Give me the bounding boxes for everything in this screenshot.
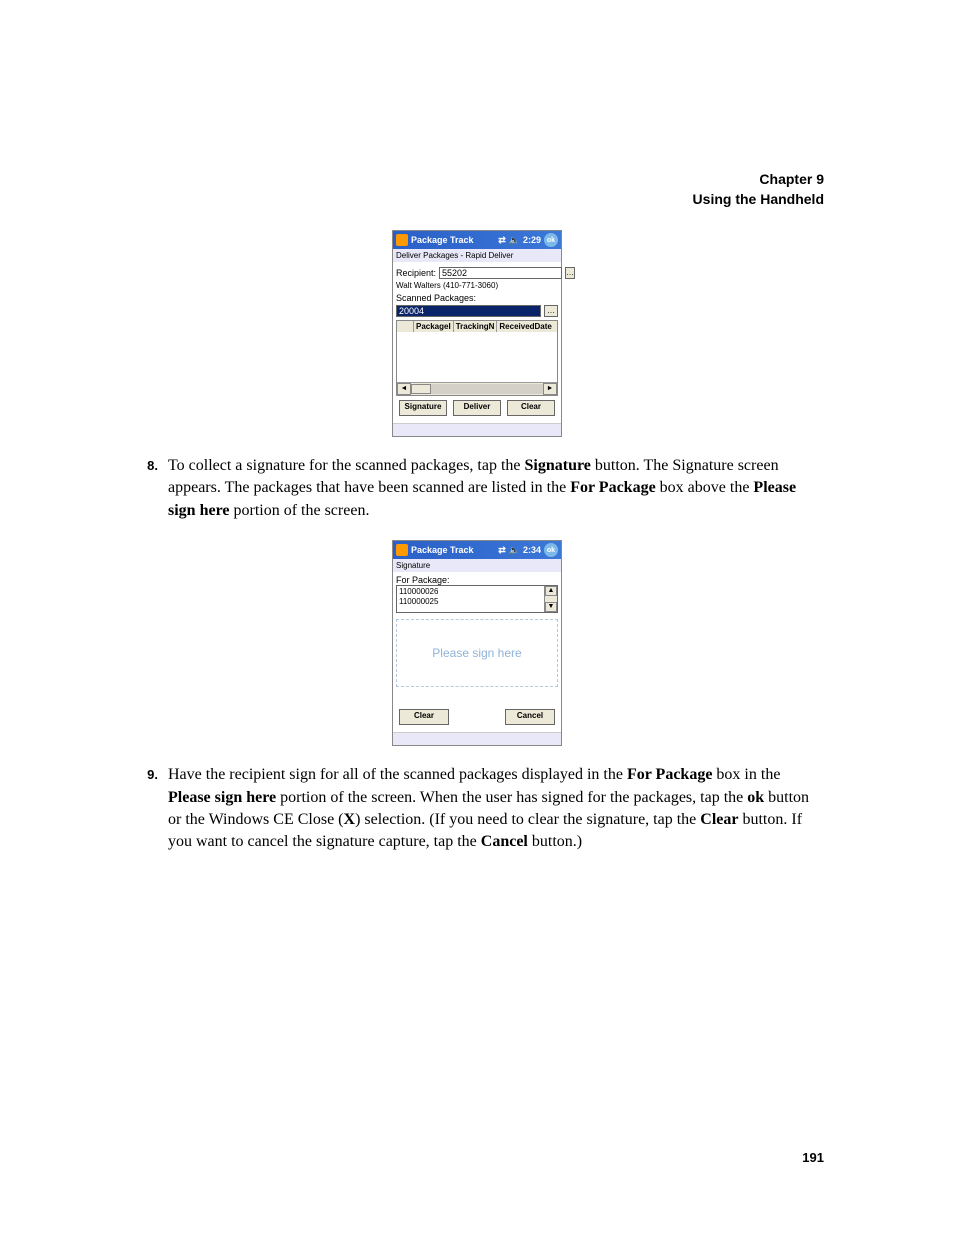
step-body: To collect a signature for the scanned p…: [168, 455, 824, 522]
scroll-down-icon[interactable]: ▼: [545, 602, 557, 612]
step-number: 8.: [130, 455, 168, 522]
handheld-screenshot-deliver: Package Track ⇄ 🔈 2:29 ok Deliver Packag…: [392, 230, 562, 437]
deliver-button[interactable]: Deliver: [453, 400, 501, 416]
sync-icon[interactable]: ⇄: [498, 235, 506, 246]
recipient-name: Walt Walters (410-771-3060): [396, 281, 558, 290]
chapter-label: Chapter 9: [693, 170, 824, 190]
step-number: 9.: [130, 764, 168, 854]
step-8: 8. To collect a signature for the scanne…: [130, 455, 824, 522]
signature-button[interactable]: Signature: [399, 400, 447, 416]
col-packageid[interactable]: PackageI: [414, 321, 454, 332]
screen-subtitle: Deliver Packages - Rapid Deliver: [393, 249, 561, 262]
page-header: Chapter 9 Using the Handheld: [693, 170, 824, 209]
app-title: Package Track: [411, 545, 495, 555]
horizontal-scrollbar[interactable]: ◄ ►: [397, 382, 557, 395]
packages-table: PackageI TrackingN ReceivedDate ◄ ►: [396, 320, 558, 396]
clear-button[interactable]: Clear: [507, 400, 555, 416]
recipient-lookup-button[interactable]: …: [565, 267, 575, 279]
sound-icon[interactable]: 🔈: [509, 545, 520, 556]
scan-input[interactable]: [396, 305, 541, 317]
for-package-label: For Package:: [396, 575, 558, 585]
chapter-title: Using the Handheld: [693, 190, 824, 210]
clear-signature-button[interactable]: Clear: [399, 709, 449, 725]
handheld-screenshot-signature: Package Track ⇄ 🔈 2:34 ok Signature For …: [392, 540, 562, 746]
sync-icon[interactable]: ⇄: [498, 545, 506, 556]
for-package-listbox[interactable]: 110000026 110000025 ▲ ▼: [396, 585, 558, 613]
clock: 2:29: [523, 235, 541, 245]
screen-subtitle: Signature: [393, 559, 561, 572]
page-number: 191: [802, 1150, 824, 1165]
app-title: Package Track: [411, 235, 495, 245]
scroll-right-icon[interactable]: ►: [543, 383, 557, 395]
list-item[interactable]: 110000026: [399, 587, 542, 597]
cancel-button[interactable]: Cancel: [505, 709, 555, 725]
packages-table-body: [397, 332, 557, 382]
scanned-packages-label: Scanned Packages:: [396, 293, 558, 303]
start-icon[interactable]: [396, 544, 408, 556]
wince-titlebar: Package Track ⇄ 🔈 2:29 ok: [393, 231, 561, 249]
ok-button[interactable]: ok: [544, 233, 558, 247]
scroll-up-icon[interactable]: ▲: [545, 586, 557, 596]
recipient-input[interactable]: [439, 267, 562, 279]
sound-icon[interactable]: 🔈: [509, 235, 520, 246]
ok-button[interactable]: ok: [544, 543, 558, 557]
wince-titlebar: Package Track ⇄ 🔈 2:34 ok: [393, 541, 561, 559]
start-icon[interactable]: [396, 234, 408, 246]
scroll-left-icon[interactable]: ◄: [397, 383, 411, 395]
col-receiveddate[interactable]: ReceivedDate: [497, 321, 557, 332]
signature-capture-area[interactable]: Please sign here: [396, 619, 558, 687]
step-9: 9. Have the recipient sign for all of th…: [130, 764, 824, 854]
wince-bottombar: [393, 423, 561, 436]
list-item[interactable]: 110000025: [399, 597, 542, 607]
scan-lookup-button[interactable]: …: [544, 305, 558, 317]
step-body: Have the recipient sign for all of the s…: [168, 764, 824, 854]
signature-placeholder: Please sign here: [432, 646, 521, 660]
col-trackingno[interactable]: TrackingN: [454, 321, 498, 332]
wince-bottombar: [393, 732, 561, 745]
vertical-scrollbar[interactable]: ▲ ▼: [544, 586, 557, 612]
recipient-label: Recipient:: [396, 268, 436, 278]
clock: 2:34: [523, 545, 541, 555]
